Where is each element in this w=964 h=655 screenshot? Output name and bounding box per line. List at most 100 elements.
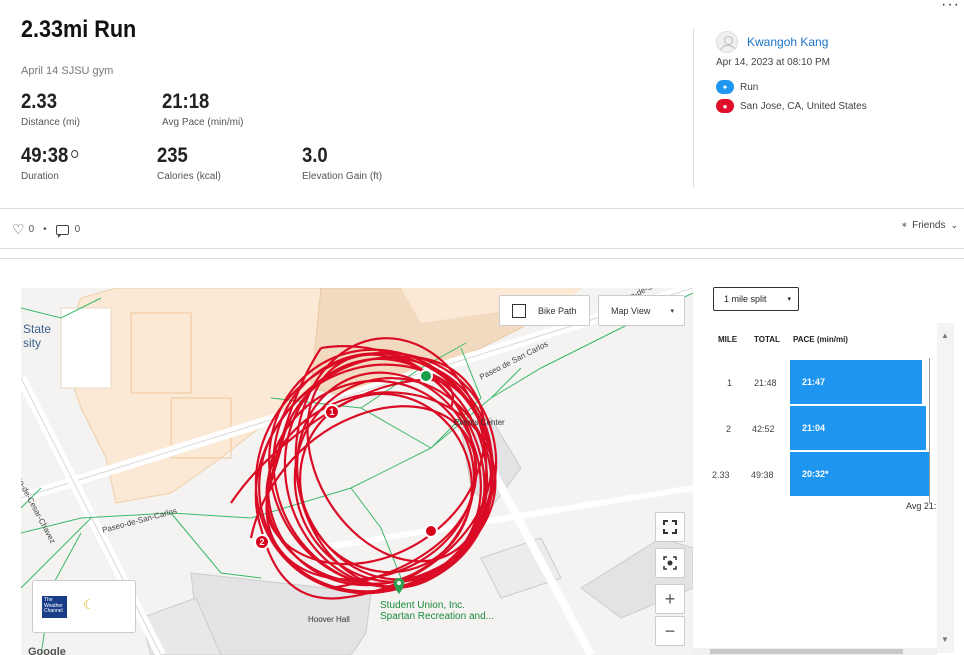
zoom-out-button[interactable]: −: [655, 616, 685, 646]
column-header-total: TOTAL: [754, 335, 780, 344]
bike-path-toggle[interactable]: Bike Path: [499, 295, 590, 326]
page-title: 2.33mi Run: [21, 16, 137, 43]
map-view-label: Map View: [611, 305, 651, 316]
stat-distance: 2.33 Distance (mi): [21, 90, 80, 128]
friends-icon: ✶: [900, 220, 909, 230]
heart-icon[interactable]: ♡: [12, 221, 25, 238]
privacy-label: Friends: [912, 220, 946, 231]
stat-duration: 49:38 Duration: [21, 144, 86, 182]
google-logo[interactable]: Google: [28, 646, 66, 655]
column-header-mile: MILE: [718, 335, 738, 344]
activity-subtitle: April 14 SJSU gym: [21, 65, 114, 77]
vertical-scrollbar[interactable]: ▲ ▼: [937, 323, 954, 653]
activity-type-label: Run: [740, 81, 759, 93]
divider: [0, 208, 964, 209]
row-total: 49:38: [751, 470, 774, 480]
route-map[interactable]: 1 2 State sity Paseo de San Carlos Paseo…: [21, 288, 693, 655]
chevron-down-icon: ⌄: [950, 220, 958, 230]
map-label-state: State: [23, 322, 52, 336]
plus-icon: +: [664, 588, 676, 609]
separator-dot: •: [43, 224, 47, 235]
moon-icon: ☾: [83, 597, 95, 612]
map-label-hoover: Hoover Hall: [308, 615, 350, 624]
map-label-student-union: Student Union, Inc.: [380, 600, 466, 611]
scrollbar-thumb[interactable]: [710, 649, 903, 654]
row-mile: 2: [726, 424, 732, 434]
stat-value: 235: [157, 144, 188, 167]
more-options-icon[interactable]: ···: [941, 0, 960, 14]
split-table: MILE TOTAL PACE (min/mi) 1 21:48 21:47 2…: [707, 323, 941, 653]
fullscreen-button[interactable]: [655, 512, 685, 542]
weather-widget[interactable]: The Weather Channel ☾: [32, 580, 136, 633]
clock-icon[interactable]: [70, 150, 78, 159]
stat-value: 3.0: [302, 144, 328, 167]
activity-datetime: Apr 14, 2023 at 08:10 PM: [716, 57, 830, 68]
social-bar: ♡ 0 • 0: [12, 221, 80, 238]
stat-value: 21:18: [162, 90, 210, 113]
avatar[interactable]: [716, 31, 738, 53]
zoom-in-button[interactable]: +: [655, 584, 685, 614]
map-view-dropdown[interactable]: Map View ▾: [598, 295, 685, 326]
row-pace: 20:32*: [802, 469, 829, 479]
mile-marker-label: 2: [259, 537, 265, 547]
minus-icon: −: [664, 620, 676, 641]
scroll-down-icon[interactable]: ▼: [941, 635, 949, 644]
column-header-pace: PACE (min/mi): [793, 335, 848, 344]
row-pace: 21:04: [802, 423, 826, 433]
avg-pace-line: [929, 358, 930, 503]
stat-calories: 235 Calories (kcal): [157, 144, 221, 182]
stat-value: 2.33: [21, 90, 57, 113]
map-label-student-union: Spartan Recreation and...: [380, 611, 494, 622]
map-label-sity: sity: [23, 336, 41, 350]
stat-label: Distance (mi): [21, 117, 80, 128]
recenter-icon: [663, 556, 677, 570]
like-count: 0: [28, 224, 35, 235]
pace-bar: 21:04: [790, 406, 926, 450]
location-pin-icon: ●: [716, 99, 734, 113]
map-label-events-center: Events Center: [454, 418, 505, 427]
divider: [0, 258, 964, 259]
comment-icon[interactable]: [55, 224, 69, 238]
privacy-dropdown[interactable]: ✶ Friends ⌄: [901, 220, 958, 231]
stat-label: Avg Pace (min/mi): [162, 117, 244, 128]
activity-type: ✦ Run: [716, 80, 758, 94]
bike-path-checkbox[interactable]: [512, 303, 526, 318]
user-name-link[interactable]: Kwangoh Kang: [747, 35, 828, 49]
pace-bar: 21:47: [790, 360, 922, 404]
start-marker: [419, 369, 433, 383]
caret-down-icon: ▾: [787, 296, 791, 303]
horizontal-scrollbar[interactable]: [693, 648, 937, 655]
location-label: San Jose, CA, United States: [740, 100, 867, 112]
stat-value: 49:38: [21, 144, 69, 167]
row-mile: 1: [727, 378, 733, 388]
row-total: 42:52: [752, 424, 775, 434]
stat-label: Duration: [21, 171, 59, 182]
fullscreen-icon: [663, 520, 677, 534]
stat-label: Elevation Gain (ft): [302, 171, 383, 182]
weather-channel-logo: The Weather Channel: [42, 596, 67, 618]
comment-count: 0: [74, 224, 81, 235]
end-marker: [424, 524, 438, 538]
mile-marker-2[interactable]: 2: [254, 534, 270, 550]
stat-elevation: 3.0 Elevation Gain (ft): [302, 144, 382, 182]
stat-avg-pace: 21:18 Avg Pace (min/mi): [162, 90, 244, 128]
recenter-button[interactable]: [655, 548, 685, 578]
split-select[interactable]: 1 mile split ▾: [713, 287, 799, 311]
row-pace: 21:47: [802, 377, 826, 387]
student-union-pin: [393, 578, 405, 594]
mile-marker-1[interactable]: 1: [324, 404, 340, 420]
split-select-label: 1 mile split: [724, 294, 767, 304]
caret-down-icon: ▾: [670, 307, 674, 315]
stat-label: Calories (kcal): [157, 171, 221, 182]
user-row: Kwangoh Kang: [716, 31, 828, 53]
scroll-up-icon[interactable]: ▲: [941, 331, 949, 340]
row-mile: 2.33: [712, 470, 730, 480]
pace-bar: 20:32*: [790, 452, 930, 496]
mile-marker-label: 1: [329, 407, 335, 417]
row-total: 21:48: [754, 378, 777, 388]
divider: [0, 248, 964, 249]
activity-location: ● San Jose, CA, United States: [716, 99, 867, 113]
run-icon: ✦: [716, 80, 734, 94]
divider: [693, 28, 694, 188]
bike-path-label: Bike Path: [538, 305, 577, 316]
